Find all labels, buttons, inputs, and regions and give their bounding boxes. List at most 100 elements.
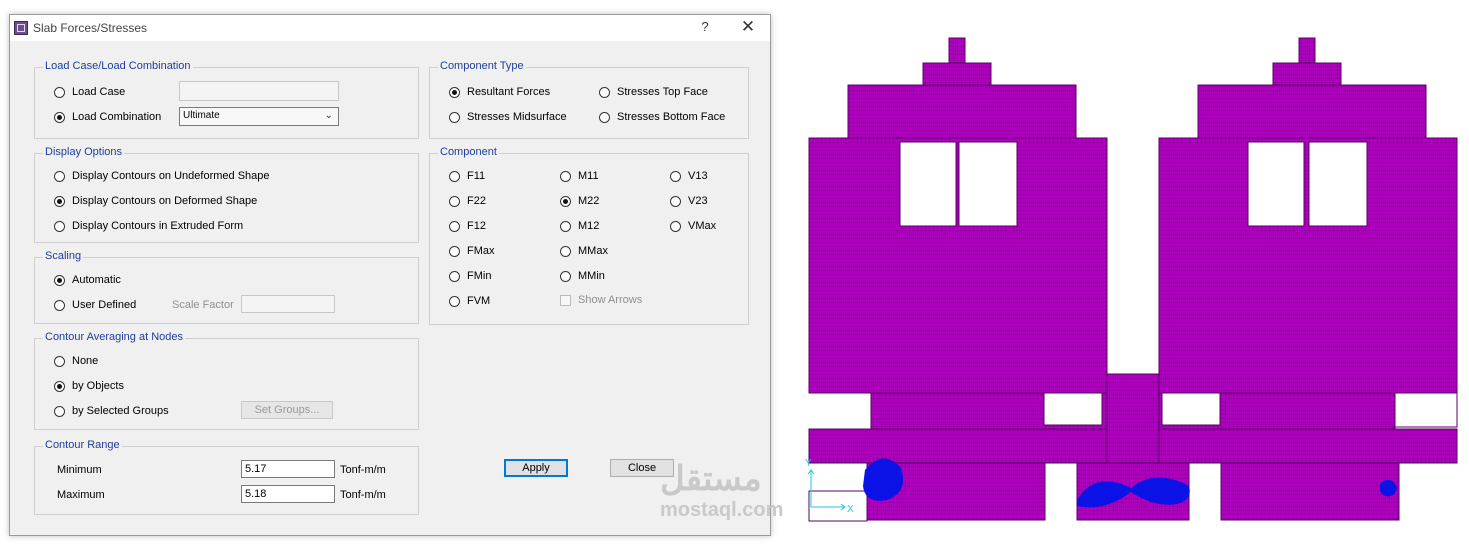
slab-right-bottom bbox=[1158, 428, 1458, 464]
v13-radio[interactable]: V13 bbox=[670, 168, 708, 184]
f12-label: F12 bbox=[467, 220, 486, 232]
help-icon[interactable]: ? bbox=[694, 19, 716, 37]
user-defined-radio[interactable]: User Defined bbox=[54, 297, 136, 313]
undeformed-shape-radio[interactable]: Display Contours on Undeformed Shape bbox=[54, 168, 270, 184]
component-group: Component F11 F22 F12 FMax FMin FVM M11 bbox=[429, 146, 749, 325]
radio-circle bbox=[599, 111, 610, 123]
maximum-label: Maximum bbox=[57, 489, 105, 501]
f11-label: F11 bbox=[467, 170, 486, 182]
vmax-radio[interactable]: VMax bbox=[670, 218, 716, 234]
set-groups-button[interactable]: Set Groups... bbox=[241, 401, 333, 419]
dialog-title: Slab Forces/Stresses bbox=[33, 21, 148, 35]
contour-averaging-group-label: Contour Averaging at Nodes bbox=[43, 331, 185, 343]
stresses-top-face-radio[interactable]: Stresses Top Face bbox=[599, 84, 708, 100]
minimum-field[interactable]: 5.17 bbox=[241, 460, 335, 478]
opening bbox=[808, 490, 868, 522]
averaging-none-radio[interactable]: None bbox=[54, 353, 98, 369]
f22-radio[interactable]: F22 bbox=[449, 193, 486, 209]
m22-label: M22 bbox=[578, 195, 600, 207]
mmin-label: MMin bbox=[578, 270, 605, 282]
by-objects-radio[interactable]: by Objects bbox=[54, 378, 124, 394]
m12-label: M12 bbox=[578, 220, 600, 232]
scale-factor-label: Scale Factor bbox=[172, 299, 234, 311]
fmin-label: FMin bbox=[467, 270, 492, 282]
display-options-group-label: Display Options bbox=[43, 146, 125, 158]
slab-model-view[interactable]: X Y bbox=[805, 30, 1469, 528]
radio-circle bbox=[449, 86, 460, 98]
opening bbox=[1308, 141, 1368, 227]
automatic-radio[interactable]: Automatic bbox=[54, 272, 121, 288]
radio-circle bbox=[449, 170, 460, 182]
f11-radio[interactable]: F11 bbox=[449, 168, 485, 184]
deformed-shape-radio[interactable]: Display Contours on Deformed Shape bbox=[54, 193, 257, 209]
radio-circle bbox=[54, 170, 65, 182]
mmax-radio[interactable]: MMax bbox=[560, 243, 608, 259]
load-combination-selected: Ultimate bbox=[183, 110, 220, 121]
display-options-group: Display Options Display Contours on Unde… bbox=[34, 146, 419, 243]
slab-right-tower bbox=[1298, 37, 1316, 64]
mostaql-watermark: مستقل mostaql.com bbox=[660, 462, 783, 520]
radio-circle bbox=[449, 270, 460, 282]
watermark-latin: mostaql.com bbox=[660, 499, 784, 521]
v23-radio[interactable]: V23 bbox=[670, 193, 708, 209]
by-selected-groups-label: by Selected Groups bbox=[72, 405, 169, 417]
fvm-radio[interactable]: FVM bbox=[449, 293, 490, 309]
slab-right-foot bbox=[1220, 462, 1400, 521]
load-case-radio[interactable]: Load Case bbox=[54, 84, 125, 100]
v23-label: V23 bbox=[688, 195, 708, 207]
slab-right-top bbox=[1272, 62, 1342, 86]
fmax-radio[interactable]: FMax bbox=[449, 243, 495, 259]
radio-circle bbox=[560, 170, 571, 182]
axis-y-label: Y bbox=[805, 458, 812, 469]
radio-circle bbox=[560, 270, 571, 282]
fmin-radio[interactable]: FMin bbox=[449, 268, 491, 284]
radio-circle bbox=[54, 274, 65, 286]
radio-circle bbox=[670, 195, 681, 207]
mmax-label: MMax bbox=[578, 245, 608, 257]
m11-radio[interactable]: M11 bbox=[560, 168, 599, 184]
maximum-field[interactable]: 5.18 bbox=[241, 485, 335, 503]
averaging-none-label: None bbox=[72, 355, 99, 367]
slab-connector bbox=[1106, 373, 1160, 464]
mmin-radio[interactable]: MMin bbox=[560, 268, 605, 284]
show-arrows-checkbox[interactable]: Show Arrows bbox=[560, 292, 642, 308]
load-combination-dropdown[interactable]: Ultimate ⌄ bbox=[179, 107, 339, 126]
stresses-bottom-face-radio[interactable]: Stresses Bottom Face bbox=[599, 109, 725, 125]
axis-x-label: X bbox=[847, 504, 854, 515]
scale-factor-field[interactable] bbox=[241, 295, 335, 313]
minimum-label: Minimum bbox=[57, 464, 102, 476]
component-type-group: Component Type Resultant Forces Stresses… bbox=[429, 60, 749, 139]
deformed-shape-label: Display Contours on Deformed Shape bbox=[72, 195, 258, 207]
apply-button[interactable]: Apply bbox=[504, 459, 568, 477]
stresses-midsurface-radio[interactable]: Stresses Midsurface bbox=[449, 109, 567, 125]
opening bbox=[1161, 392, 1221, 426]
load-case-field[interactable] bbox=[179, 81, 339, 101]
fvm-label: FVM bbox=[467, 295, 491, 307]
radio-circle bbox=[54, 86, 65, 98]
extruded-form-radio[interactable]: Display Contours in Extruded Form bbox=[54, 218, 243, 234]
slab-left-tower bbox=[948, 37, 966, 64]
by-selected-groups-radio[interactable]: by Selected Groups bbox=[54, 403, 169, 419]
resultant-forces-radio[interactable]: Resultant Forces bbox=[449, 84, 550, 100]
load-combination-radio[interactable]: Load Combination bbox=[54, 109, 161, 125]
fmax-label: FMax bbox=[467, 245, 495, 257]
radio-circle bbox=[670, 220, 681, 232]
close-icon[interactable]: ✕ bbox=[736, 17, 760, 39]
slab-left-main bbox=[808, 137, 1108, 394]
scaling-group-label: Scaling bbox=[43, 250, 84, 262]
resultant-forces-label: Resultant Forces bbox=[467, 86, 551, 98]
load-combination-radio-label: Load Combination bbox=[72, 111, 162, 123]
m22-radio[interactable]: M22 bbox=[560, 193, 599, 209]
radio-circle bbox=[54, 380, 65, 392]
title-bar[interactable]: Slab Forces/Stresses ? ✕ bbox=[10, 15, 770, 41]
stresses-top-face-label: Stresses Top Face bbox=[617, 86, 708, 98]
component-type-group-label: Component Type bbox=[438, 60, 526, 72]
contour-averaging-group: Contour Averaging at Nodes None by Objec… bbox=[34, 331, 419, 430]
checkbox-box bbox=[560, 294, 571, 306]
slab-left-upper bbox=[847, 84, 1077, 139]
radio-circle bbox=[560, 195, 571, 207]
radio-circle bbox=[599, 86, 610, 98]
f12-radio[interactable]: F12 bbox=[449, 218, 486, 234]
m12-radio[interactable]: M12 bbox=[560, 218, 599, 234]
load-case-radio-label: Load Case bbox=[72, 86, 126, 98]
